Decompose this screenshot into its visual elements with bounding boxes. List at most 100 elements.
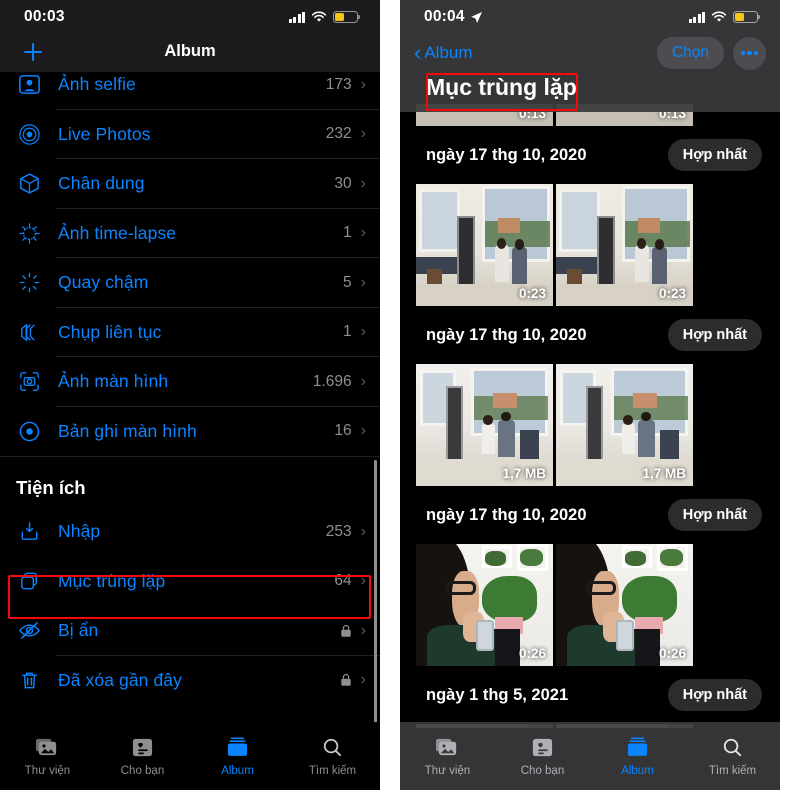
album-label: Ảnh time-lapse (58, 222, 177, 243)
album-label: Bản ghi màn hình (58, 420, 197, 441)
status-bar-right: 00:04 (400, 0, 780, 34)
album-count: 232 (325, 125, 352, 143)
utility-label: Bị ẩn (58, 620, 99, 641)
album-row-portrait[interactable]: Chân dung 30 › (0, 159, 380, 209)
screenshot-icon (14, 367, 44, 397)
album-count: 1.696 (312, 372, 352, 390)
album-count: 1 (343, 323, 352, 341)
wifi-icon (311, 11, 327, 22)
thumbnail-badge: 0:23 (518, 286, 546, 301)
group-date: ngày 17 thg 10, 2020 (426, 145, 587, 164)
page-title: Mục trùng lặp (426, 74, 577, 100)
status-bar-left: 00:03 (0, 0, 380, 34)
right-tab-bar[interactable]: Thư viện Cho bạn Album Tìm kiếm (400, 722, 780, 790)
duplicates-scroll-area[interactable]: 0:13 0:13 ngày 17 thg 10, 2020 Hợp nhất … (400, 104, 780, 728)
group-date-row: ngày 17 thg 10, 2020 Hợp nhất (400, 306, 780, 364)
chevron-right-icon: › (360, 621, 366, 639)
album-label: Quay chậm (58, 272, 149, 293)
album-count: 1 (343, 224, 352, 242)
add-album-icon[interactable] (20, 39, 46, 65)
wifi-icon (711, 11, 727, 22)
nav-back-row: ‹ Album Chọn (414, 34, 766, 72)
album-row-screenshots[interactable]: Ảnh màn hình 1.696 › (0, 357, 380, 407)
utility-row-import[interactable]: Nhập 253 › (0, 507, 380, 557)
album-row-live-photos[interactable]: Live Photos 232 › (0, 110, 380, 160)
tab-search[interactable]: Tìm kiếm (285, 735, 380, 777)
photo-thumbnail[interactable]: 0:26 (556, 544, 693, 666)
photo-thumbnail[interactable]: 1,7 MB (556, 364, 693, 486)
tab-albums[interactable]: Album (590, 735, 685, 777)
status-left-group: 00:04 (424, 8, 483, 26)
tab-library[interactable]: Thư viện (0, 735, 95, 777)
back-button[interactable]: ‹ Album (414, 42, 473, 64)
merge-button[interactable]: Hợp nhất (667, 679, 762, 711)
search-icon (720, 735, 745, 760)
timelapse-icon (14, 218, 44, 248)
photo-thumbnail[interactable]: 0:23 (556, 184, 693, 306)
thumbnail-badge: 1,7 MB (642, 466, 686, 481)
utility-label: Mục trùng lặp (58, 570, 166, 591)
utility-row-hidden[interactable]: Bị ẩn › (0, 606, 380, 656)
trash-icon (14, 665, 44, 695)
cellular-bars-icon (688, 11, 705, 23)
utility-count: 64 (334, 572, 352, 590)
album-count: 173 (325, 75, 352, 93)
chevron-right-icon: › (360, 522, 366, 540)
chevron-right-icon: › (360, 671, 366, 689)
status-left-group: 00:03 (24, 8, 65, 26)
tab-label: Cho bạn (120, 765, 165, 777)
album-row-screen-recordings[interactable]: Bản ghi màn hình 16 › (0, 407, 380, 457)
group-date-row: ngày 17 thg 10, 2020 Hợp nhất (400, 486, 780, 544)
live-photo-icon (14, 119, 44, 149)
merge-button[interactable]: Hợp nhất (667, 319, 762, 351)
merge-button[interactable]: Hợp nhất (667, 139, 762, 171)
album-list[interactable]: Ảnh selfie 173 › Live Photos 232 › Chân … (0, 60, 380, 722)
left-phone-screen: 00:03 Album Ảnh selfie 173 › Live Photos… (0, 0, 380, 790)
album-count: 5 (343, 273, 352, 291)
chevron-right-icon: › (360, 174, 366, 192)
more-icon[interactable] (733, 36, 766, 70)
right-phone-screen: 0:13 0:13 ngày 17 thg 10, 2020 Hợp nhất … (400, 0, 780, 790)
location-arrow-icon (470, 11, 482, 23)
utility-label: Đã xóa gần đây (58, 669, 182, 690)
select-button[interactable]: Chọn (656, 37, 724, 69)
tab-for-you[interactable]: Cho bạn (495, 735, 590, 777)
tab-albums[interactable]: Album (190, 735, 285, 777)
duplicate-pair[interactable]: 1,7 MB 1,7 MB (400, 364, 780, 486)
thumbnail-badge: 1,7 MB (502, 466, 546, 481)
for-you-icon (530, 735, 555, 760)
status-time: 00:03 (24, 8, 65, 25)
page-title: Album (164, 42, 216, 60)
tab-library[interactable]: Thư viện (400, 735, 495, 777)
group-date: ngày 17 thg 10, 2020 (426, 505, 587, 524)
chevron-right-icon: › (360, 125, 366, 143)
thumbnail-badge: 0:26 (658, 646, 686, 661)
thumbnail-badge: 0:26 (518, 646, 546, 661)
album-label: Chụp liên tục (58, 321, 162, 342)
album-row-burst[interactable]: Chụp liên tục 1 › (0, 308, 380, 358)
album-row-slow-motion[interactable]: Quay chậm 5 › (0, 258, 380, 308)
photo-thumbnail[interactable]: 0:23 (416, 184, 553, 306)
duplicate-pair[interactable]: 0:23 0:23 (400, 184, 780, 306)
tab-label: Tìm kiếm (308, 765, 357, 777)
selfie-icon (14, 70, 44, 100)
chevron-left-icon: ‹ (414, 40, 422, 65)
utility-label: Nhập (58, 521, 101, 542)
utility-row-recently-deleted[interactable]: Đã xóa gần đây › (0, 656, 380, 706)
tab-for-you[interactable]: Cho bạn (95, 735, 190, 777)
album-label: Live Photos (58, 123, 151, 144)
utility-row-duplicates[interactable]: Mục trùng lặp 64 › (0, 557, 380, 607)
lock-icon (340, 673, 352, 687)
photo-thumbnail[interactable]: 1,7 MB (416, 364, 553, 486)
burst-icon (14, 317, 44, 347)
album-row-timelapse[interactable]: Ảnh time-lapse 1 › (0, 209, 380, 259)
status-time: 00:04 (424, 8, 465, 25)
album-label: Ảnh selfie (58, 74, 136, 95)
slow-motion-icon (14, 268, 44, 298)
tab-search[interactable]: Tìm kiếm (685, 735, 780, 777)
duplicate-pair[interactable]: 0:26 0:26 (400, 544, 780, 666)
photo-thumbnail[interactable]: 0:26 (416, 544, 553, 666)
left-tab-bar[interactable]: Thư viện Cho bạn Album Tìm kiếm (0, 722, 380, 790)
list-scrollbar[interactable] (374, 460, 377, 740)
merge-button[interactable]: Hợp nhất (667, 499, 762, 531)
